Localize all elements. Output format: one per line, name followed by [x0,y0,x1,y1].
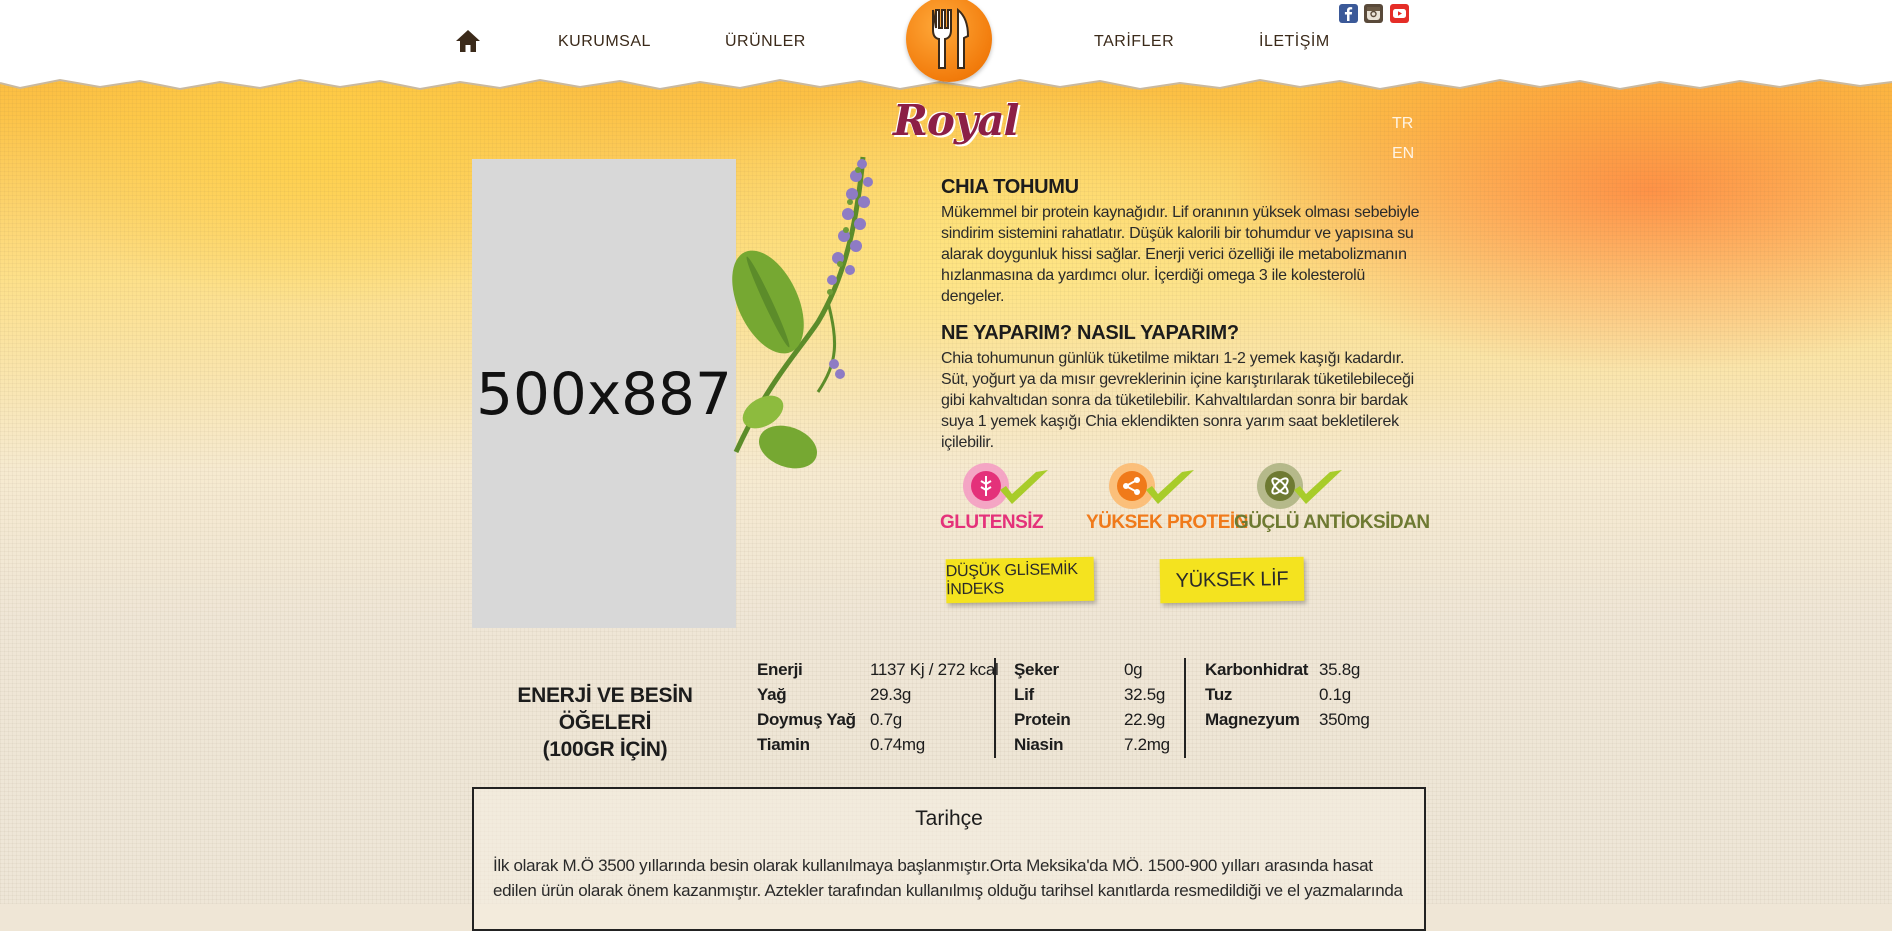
product-image-placeholder: 500x887 [472,159,736,628]
banner-low-glycemic-label: DÜŞÜK GLİSEMİK İNDEKS [945,560,1078,599]
badge-antioxidant-label: GÜÇLÜ ANTİOKSİDAN [1234,512,1430,533]
nutrition-row: Doymuş Yağ [757,710,856,730]
product-description: Mükemmel bir protein kaynağıdır. Lif ora… [941,204,1420,305]
gluten-free-icon [963,463,1048,509]
nutrition-label: Doymuş Yağ [757,710,856,729]
nav-item-tarifler[interactable]: TARİFLER [1094,33,1174,51]
facebook-icon[interactable] [1339,4,1358,23]
nutrition-heading-line2: (100GR İÇİN) [542,738,668,761]
nutrition-row: Yağ [757,685,787,705]
nutrition-heading: ENERJİ VE BESİN ÖĞELERİ (100GR İÇİN) [470,682,740,763]
nutrition-value: 350mg [1319,710,1370,729]
nutrition-label: Tuz [1205,685,1233,704]
nutrition-divider [1184,658,1186,758]
usage-title: NE YAPARIM? NASIL YAPARIM? [941,322,1239,344]
history-text: İlk olarak M.Ö 3500 yıllarında besin ola… [493,856,1403,900]
nutrition-label: Lif [1014,685,1034,704]
history-box: Tarihçe İlk olarak M.Ö 3500 yıllarında b… [472,787,1426,931]
nutrition-label: Niasin [1014,735,1064,754]
nutrition-label: Protein [1014,710,1071,729]
badge-gluten-free-label: GLUTENSİZ [940,512,1044,533]
nutrition-label: Karbonhidrat [1205,660,1309,679]
high-protein-icon [1109,463,1194,509]
brand-logo-word[interactable]: Royal [893,96,1019,145]
nutrition-label: Enerji [757,660,803,679]
history-title: Tarihçe [915,807,983,830]
youtube-icon[interactable] [1390,4,1409,23]
logo-badge[interactable] [906,0,992,82]
nutrition-row: Niasin [1014,735,1064,755]
nutrition-value: 0g [1124,660,1143,679]
nutrition-label: Yağ [757,685,787,704]
nutrition-value: 29.3g [870,685,912,704]
nutrition-heading-line1: ENERJİ VE BESİN ÖĞELERİ [517,684,693,734]
nutrition-value: 22.9g [1124,710,1166,729]
badge-high-protein-label: YÜKSEK PROTEİN [1086,512,1248,533]
antioxidant-icon [1257,463,1342,509]
nutrition-value: 0.1g [1319,685,1351,704]
chia-plant-illustration [732,156,873,469]
nutrition-label: Şeker [1014,660,1059,679]
nutrition-row: Tiamin [757,735,810,755]
nutrition-value: 1137 Kj / 272 kcal [870,660,999,679]
nutrition-row: Karbonhidrat [1205,660,1308,680]
banner-low-glycemic: DÜŞÜK GLİSEMİK İNDEKS [945,556,1095,604]
nutrition-row: Enerji [757,660,803,680]
home-icon[interactable] [455,28,481,54]
nutrition-value: 7.2mg [1124,735,1170,754]
nav-item-kurumsal[interactable]: KURUMSAL [558,33,651,51]
instagram-icon[interactable] [1364,4,1383,23]
usage-text: Chia tohumunun günlük tüketilme miktarı … [941,350,1414,451]
language-en[interactable]: EN [1392,145,1414,163]
nutrition-label: Tiamin [757,735,810,754]
nutrition-row: Lif [1014,685,1034,705]
nutrition-value: 0.7g [870,710,902,729]
nutrition-value: 35.8g [1319,660,1361,679]
nutrition-divider [994,658,996,758]
nav-item-iletisim[interactable]: İLETİŞİM [1259,33,1330,51]
placeholder-size-label: 500x887 [476,359,732,428]
fork-knife-icon [932,7,970,69]
nutrition-value: 32.5g [1124,685,1166,704]
banner-high-fiber-label: YÜKSEK LİF [1175,567,1289,592]
nutrition-row: Protein [1014,710,1071,730]
banner-high-fiber: YÜKSEK LİF [1159,556,1305,604]
nutrition-label: Magnezyum [1205,710,1300,729]
nav-item-urunler[interactable]: ÜRÜNLER [725,33,806,51]
nutrition-row: Tuz [1205,685,1232,705]
product-title: CHIA TOHUMU [941,176,1079,198]
nutrition-row: Magnezyum [1205,710,1300,730]
language-tr[interactable]: TR [1392,115,1413,133]
nutrition-value: 0.74mg [870,735,925,754]
nutrition-row: Şeker [1014,660,1059,680]
